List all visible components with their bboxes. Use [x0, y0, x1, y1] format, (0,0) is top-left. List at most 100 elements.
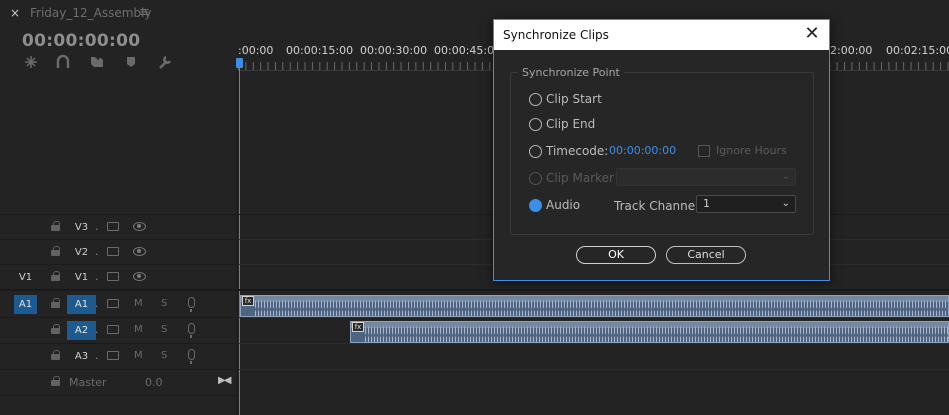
- clip-marker-label: Clip Marker: [546, 171, 614, 185]
- microphone-icon[interactable]: [188, 349, 195, 364]
- sequence-tab-title[interactable]: Friday_12_Assembly: [30, 6, 151, 20]
- sync-lock-icon[interactable]: [107, 325, 119, 334]
- ruler-label: 00:00:30:00: [360, 44, 428, 57]
- clip-end-radio[interactable]: [529, 118, 542, 131]
- microphone-icon[interactable]: [188, 323, 195, 338]
- source-patch-v1[interactable]: V1: [14, 268, 37, 287]
- clip-start-label[interactable]: Clip Start: [546, 92, 602, 106]
- track-header-divider: [237, 70, 238, 415]
- track-name-v1[interactable]: V1: [67, 268, 96, 287]
- wrench-icon[interactable]: [156, 54, 174, 72]
- mute-button[interactable]: M: [134, 350, 143, 361]
- lock-icon[interactable]: [51, 271, 60, 281]
- track-header-master[interactable]: Master 0.0 ▶◀: [0, 370, 237, 396]
- track-name-v2[interactable]: V2: [67, 243, 96, 262]
- ruler-label: :00:00: [238, 44, 274, 57]
- lock-icon[interactable]: [51, 350, 60, 360]
- ignore-hours-checkbox[interactable]: [698, 145, 710, 157]
- clip-start-radio[interactable]: [529, 93, 542, 106]
- timecode-label[interactable]: Timecode:: [546, 144, 608, 158]
- eye-icon[interactable]: [133, 222, 146, 231]
- lock-icon[interactable]: [51, 221, 60, 231]
- track-header-a1[interactable]: A1 A1 . M S: [0, 292, 237, 318]
- cancel-button[interactable]: Cancel: [666, 246, 746, 264]
- close-icon[interactable]: ✕: [800, 23, 824, 47]
- track-name-v3[interactable]: V3: [67, 218, 96, 237]
- sync-lock-icon[interactable]: [107, 351, 119, 360]
- tab-menu-icon[interactable]: ≡: [139, 5, 150, 20]
- sync-lock-icon[interactable]: [107, 222, 119, 231]
- sync-lock-icon[interactable]: [107, 299, 119, 308]
- ignore-hours-label: Ignore Hours: [716, 144, 787, 157]
- dialog-title-bar[interactable]: Synchronize Clips ✕: [494, 20, 829, 50]
- audio-radio[interactable]: [529, 199, 542, 212]
- mute-button[interactable]: M: [134, 298, 143, 309]
- track-name-a1[interactable]: A1: [67, 295, 96, 314]
- solo-button[interactable]: S: [161, 350, 167, 361]
- linked-selection-icon[interactable]: [54, 54, 72, 72]
- audio-clip-a1[interactable]: fx: [240, 295, 949, 317]
- solo-button[interactable]: S: [161, 298, 167, 309]
- track-name-a3[interactable]: A3: [67, 347, 96, 366]
- ruler-label: 00:00:45:00: [434, 44, 502, 57]
- track-header-v3[interactable]: V3 .: [0, 215, 237, 240]
- ruler-label: 00:00:15:00: [286, 44, 354, 57]
- track-header-v2[interactable]: V2 .: [0, 240, 237, 265]
- audio-waveform: [255, 299, 948, 316]
- track-dot: .: [95, 297, 99, 310]
- track-header-v1[interactable]: V1 V1 .: [0, 265, 237, 290]
- lane-divider: [238, 369, 949, 370]
- track-channel-select[interactable]: 1 ⌄: [696, 195, 796, 213]
- snap-icon[interactable]: [22, 54, 40, 72]
- track-dot: .: [95, 245, 99, 258]
- track-channel-value: 1: [703, 197, 710, 210]
- clip-marker-radio[interactable]: [529, 172, 542, 185]
- track-header-a2[interactable]: A2 . M S: [0, 318, 237, 344]
- fx-badge: fx: [242, 296, 254, 306]
- audio-clip-a2[interactable]: fx: [350, 321, 949, 343]
- chevron-down-icon: ⌄: [781, 198, 790, 209]
- audio-label[interactable]: Audio: [546, 198, 580, 212]
- source-patch-a1[interactable]: A1: [14, 295, 37, 314]
- marker-icon[interactable]: [122, 54, 140, 72]
- synchronize-clips-dialog: Synchronize Clips ✕ Synchronize Point Cl…: [493, 19, 830, 281]
- track-channel-label: Track Channel: [614, 199, 699, 213]
- solo-button[interactable]: S: [161, 324, 167, 335]
- lane-divider: [238, 317, 949, 318]
- track-name-a2[interactable]: A2: [67, 321, 96, 340]
- lane-divider: [238, 343, 949, 344]
- lock-icon[interactable]: [51, 376, 60, 386]
- track-dot: .: [95, 270, 99, 283]
- timecode-input[interactable]: 00:00:00:00: [609, 144, 676, 157]
- dialog-title: Synchronize Clips: [503, 28, 609, 42]
- lock-icon[interactable]: [51, 298, 60, 308]
- synchronize-point-label: Synchronize Point: [518, 66, 624, 79]
- eye-icon[interactable]: [133, 247, 146, 256]
- sync-lock-icon[interactable]: [107, 272, 119, 281]
- track-header-a3[interactable]: A3 . M S: [0, 344, 237, 370]
- lock-icon[interactable]: [51, 246, 60, 256]
- tab-close-button[interactable]: ×: [10, 6, 20, 20]
- clip-marker-select[interactable]: ⌄: [616, 168, 796, 186]
- master-volume-value[interactable]: 0.0: [145, 376, 163, 389]
- ok-button[interactable]: OK: [576, 246, 656, 264]
- master-label: Master: [69, 376, 107, 389]
- eye-icon[interactable]: [133, 272, 146, 281]
- timecode-radio[interactable]: [529, 145, 542, 158]
- clip-end-label[interactable]: Clip End: [546, 117, 595, 131]
- playhead-timecode[interactable]: 00:00:00:00: [22, 31, 140, 51]
- go-to-in-out-icon[interactable]: ▶◀: [218, 375, 231, 386]
- add-marker-icon[interactable]: [88, 54, 106, 72]
- lock-icon[interactable]: [51, 324, 60, 334]
- track-dot: .: [95, 323, 99, 336]
- playhead-line[interactable]: [239, 66, 240, 415]
- ruler-label: 2:00:00: [830, 44, 873, 57]
- mute-button[interactable]: M: [134, 324, 143, 335]
- track-dot: .: [95, 349, 99, 362]
- fx-badge: fx: [352, 322, 364, 332]
- chevron-down-icon: ⌄: [781, 171, 790, 182]
- microphone-icon[interactable]: [188, 297, 195, 312]
- sync-lock-icon[interactable]: [107, 247, 119, 256]
- audio-waveform: [365, 325, 948, 342]
- track-dot: .: [95, 220, 99, 233]
